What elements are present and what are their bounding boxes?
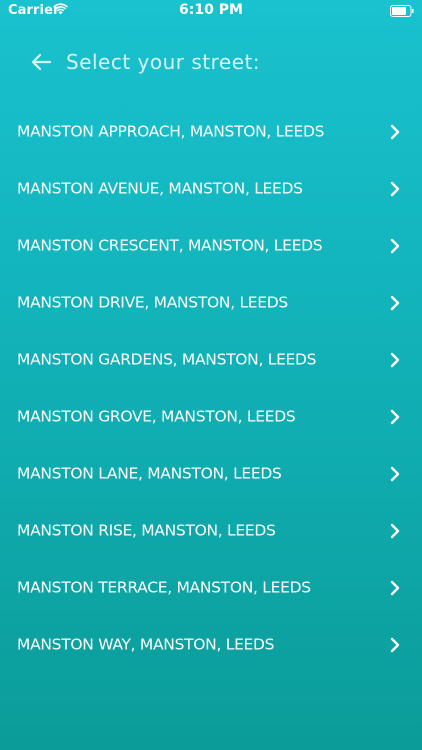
street-row[interactable]: MANSTON AVENUE, MANSTON, LEEDS [0,160,422,217]
street-row[interactable]: MANSTON RISE, MANSTON, LEEDS [0,502,422,559]
chevron-right-icon [390,523,400,538]
street-row[interactable]: MANSTON TERRACE, MANSTON, LEEDS [0,559,422,616]
chevron-right-icon [390,466,400,481]
street-row[interactable]: MANSTON APPROACH, MANSTON, LEEDS [0,103,422,160]
street-row[interactable]: MANSTON CRESCENT, MANSTON, LEEDS [0,217,422,274]
chevron-right-icon [390,124,400,139]
street-row[interactable]: MANSTON GROVE, MANSTON, LEEDS [0,388,422,445]
street-row[interactable]: MANSTON GARDENS, MANSTON, LEEDS [0,331,422,388]
street-label: MANSTON APPROACH, MANSTON, LEEDS [17,122,325,140]
chevron-right-icon [390,181,400,196]
street-label: MANSTON TERRACE, MANSTON, LEEDS [17,578,311,596]
street-label: MANSTON CRESCENT, MANSTON, LEEDS [17,236,323,254]
chevron-right-icon [390,352,400,367]
street-label: MANSTON GARDENS, MANSTON, LEEDS [17,350,317,368]
street-row[interactable]: MANSTON DRIVE, MANSTON, LEEDS [0,274,422,331]
chevron-right-icon [390,637,400,652]
page-title: Select your street: [66,50,261,74]
chevron-right-icon [390,295,400,310]
chevron-right-icon [390,409,400,424]
status-bar: Carrier 6:10 PM [0,0,422,22]
street-label: MANSTON AVENUE, MANSTON, LEEDS [17,179,303,197]
street-label: MANSTON WAY, MANSTON, LEEDS [17,635,275,653]
battery-icon [390,5,414,17]
status-time: 6:10 PM [179,2,243,18]
street-label: MANSTON DRIVE, MANSTON, LEEDS [17,293,288,311]
back-arrow-icon[interactable] [30,52,52,72]
header: Select your street: [0,44,422,80]
chevron-right-icon [390,238,400,253]
street-label: MANSTON LANE, MANSTON, LEEDS [17,464,282,482]
street-row[interactable]: MANSTON WAY, MANSTON, LEEDS [0,616,422,673]
street-list: MANSTON APPROACH, MANSTON, LEEDS MANSTON… [0,103,422,673]
street-label: MANSTON GROVE, MANSTON, LEEDS [17,407,296,425]
street-row[interactable]: MANSTON LANE, MANSTON, LEEDS [0,445,422,502]
street-label: MANSTON RISE, MANSTON, LEEDS [17,521,276,539]
chevron-right-icon [390,580,400,595]
